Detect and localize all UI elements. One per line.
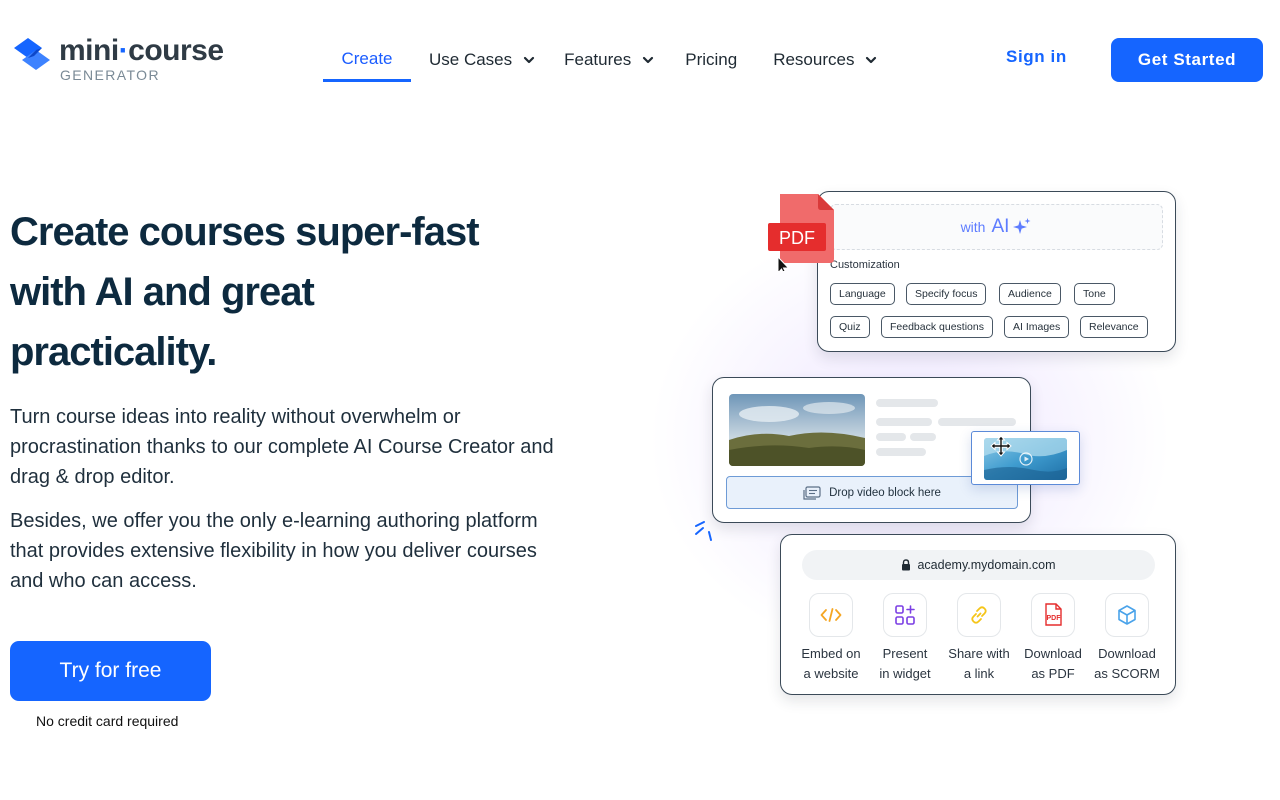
move-cursor-icon — [990, 435, 1012, 457]
chevron-down-icon — [524, 56, 535, 64]
option-download-scorm[interactable]: Download as SCORM — [1087, 593, 1167, 684]
option-label: Download as SCORM — [1087, 644, 1167, 684]
brand-name-dot: · — [118, 34, 129, 67]
brand-name: mini·course — [59, 34, 224, 68]
main-nav: Create Use Cases Features Pricing Resour… — [323, 38, 878, 83]
option-label: Present in widget — [865, 644, 945, 684]
chip-specify-focus[interactable]: Specify focus — [906, 283, 987, 305]
ai-text: AI — [991, 216, 1010, 237]
spark-lines-icon — [695, 521, 712, 541]
nav-features-label: Features — [564, 50, 632, 69]
no-credit-card-note: No credit card required — [36, 713, 179, 729]
text-placeholder-bar — [876, 399, 938, 407]
text-placeholder-bar — [876, 418, 932, 426]
option-label-line2: in widget — [879, 666, 931, 681]
pdf-document-label: PDF — [779, 228, 815, 248]
widget-icon — [883, 593, 927, 637]
option-label-line2: as SCORM — [1094, 666, 1160, 681]
text-placeholder-bar — [876, 433, 906, 441]
option-label-line1: Embed on — [801, 646, 861, 661]
ai-prompt-box: with AI — [830, 204, 1163, 250]
chip-feedback-questions[interactable]: Feedback questions — [881, 316, 993, 338]
ai-with-text: with — [960, 219, 986, 235]
option-label-line1: Download — [1098, 646, 1156, 661]
brand-name-right: course — [128, 34, 224, 67]
customization-label: Customization — [830, 259, 900, 271]
chip-quiz[interactable]: Quiz — [830, 316, 870, 338]
text-placeholder-bar — [910, 433, 936, 441]
hero-title: Create courses super-fast with AI and gr… — [10, 210, 480, 374]
nav-pricing[interactable]: Pricing — [685, 38, 737, 82]
option-label: Download as PDF — [1013, 644, 1093, 684]
brand-logo[interactable]: mini·course GENERATOR — [12, 34, 242, 84]
ai-customization-card: with AI Customization Language Specify f… — [817, 191, 1176, 352]
chip-tone[interactable]: Tone — [1074, 283, 1115, 305]
option-label-line1: Download — [1024, 646, 1082, 661]
text-placeholder-bar — [961, 418, 1016, 426]
nav-create[interactable]: Create — [323, 38, 411, 82]
option-label-line1: Present — [882, 646, 928, 661]
chip-relevance[interactable]: Relevance — [1080, 316, 1148, 338]
brand-name-left: mini — [59, 34, 119, 67]
nav-features[interactable]: Features — [564, 38, 655, 82]
drop-video-label: Drop video block here — [829, 486, 941, 499]
option-label-line2: as PDF — [1031, 666, 1075, 681]
text-placeholder-bar — [876, 448, 926, 456]
chevron-down-icon — [643, 56, 654, 64]
dragged-video-block[interactable] — [971, 431, 1080, 485]
hero-paragraph-2: Besides, we offer you the only e-learnin… — [10, 510, 538, 592]
option-label-line2: a link — [963, 666, 995, 681]
option-label: Share with a link — [939, 644, 1019, 684]
pdf-document-icon: PDF — [768, 194, 834, 271]
landscape-image — [729, 394, 865, 466]
delivery-options-card: academy.mydomain.com Embed on a website P… — [780, 534, 1176, 695]
sparkle-icon — [1013, 218, 1031, 234]
chevron-down-icon — [866, 56, 877, 64]
get-started-button[interactable]: Get Started — [1111, 38, 1263, 82]
option-label: Embed on a website — [791, 644, 871, 684]
cube-icon — [1105, 593, 1149, 637]
nav-create-label: Create — [341, 48, 393, 68]
code-icon — [809, 593, 853, 637]
try-for-free-button[interactable]: Try for free — [10, 641, 211, 701]
chip-ai-images[interactable]: AI Images — [1004, 316, 1070, 338]
logo-mark-icon — [14, 38, 50, 70]
option-download-pdf[interactable]: PDF Download as PDF — [1013, 593, 1093, 684]
nav-use-cases-label: Use Cases — [429, 50, 513, 69]
nav-resources[interactable]: Resources — [773, 38, 878, 82]
text-block-icon — [803, 485, 821, 500]
link-icon — [957, 593, 1001, 637]
option-share-link[interactable]: Share with a link — [939, 593, 1019, 684]
chip-language[interactable]: Language — [830, 283, 895, 305]
option-label-line1: Share with — [948, 646, 1010, 661]
lock-icon — [902, 559, 911, 571]
pdf-icon: PDF — [1031, 593, 1075, 637]
option-embed-website[interactable]: Embed on a website — [791, 593, 871, 684]
sign-in-link[interactable]: Sign in — [1006, 47, 1067, 67]
nav-pricing-label: Pricing — [685, 50, 738, 69]
domain-url-text: academy.mydomain.com — [917, 558, 1056, 572]
hero-paragraph-1: Turn course ideas into reality without o… — [10, 406, 554, 488]
option-present-widget[interactable]: Present in widget — [865, 593, 945, 684]
domain-url-bar: academy.mydomain.com — [802, 550, 1155, 580]
option-label-line2: a website — [803, 666, 859, 681]
nav-resources-label: Resources — [773, 50, 855, 69]
chip-audience[interactable]: Audience — [999, 283, 1061, 305]
nav-use-cases[interactable]: Use Cases — [429, 38, 536, 82]
brand-subtitle: GENERATOR — [60, 67, 160, 83]
pdf-icon-label: PDF — [1047, 615, 1062, 622]
